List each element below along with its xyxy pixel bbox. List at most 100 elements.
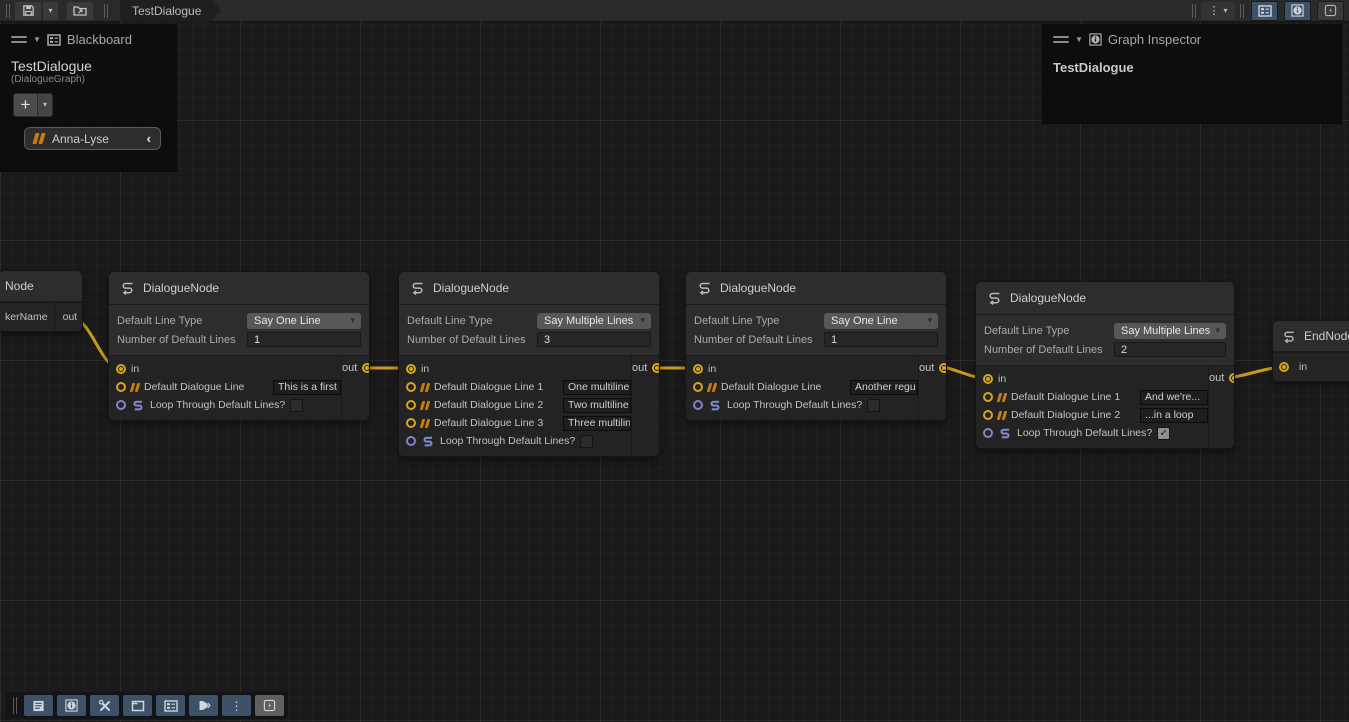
in-port[interactable] <box>693 364 703 374</box>
console-button[interactable] <box>23 694 54 717</box>
dialogue-line-port[interactable] <box>693 382 703 392</box>
tab-testdialogue[interactable]: TestDialogue <box>120 0 221 22</box>
info-icon <box>65 699 78 712</box>
node-dialogue-3[interactable]: DialogueNode Default Line Type Say One L… <box>685 271 947 421</box>
dialogue-line-input[interactable]: ...in a loop <box>1140 408 1208 423</box>
node-title-bar[interactable]: DialogueNode <box>109 272 369 305</box>
save-options-button[interactable]: ▾ <box>43 2 58 20</box>
line-type-dropdown[interactable]: Say Multiple Lines ▾ <box>1114 323 1226 339</box>
line-count-label: Number of Default Lines <box>694 334 824 346</box>
dialogue-line-input[interactable]: Two multiline <box>563 398 631 413</box>
add-property-button[interactable]: + <box>13 93 38 117</box>
loop-port[interactable] <box>406 436 416 446</box>
transition-button[interactable] <box>188 694 219 717</box>
node-dialogue-4[interactable]: DialogueNode Default Line Type Say Multi… <box>975 281 1235 449</box>
loop-checkbox[interactable] <box>290 399 303 412</box>
drag-handle-icon[interactable] <box>1053 36 1069 43</box>
add-property-options-button[interactable]: ▾ <box>38 93 53 117</box>
line-count-input[interactable]: 1 <box>824 332 938 347</box>
line-type-dropdown[interactable]: Say One Line ▾ <box>247 313 361 329</box>
node-end[interactable]: EndNode in <box>1272 320 1349 382</box>
output-ports: out <box>341 356 370 420</box>
dialogue-line-port[interactable] <box>406 382 416 392</box>
dialogue-line-input[interactable]: This is a first <box>273 380 341 395</box>
in-port[interactable] <box>983 374 993 384</box>
node-dialogue-2[interactable]: DialogueNode Default Line Type Say Multi… <box>398 271 660 457</box>
minimap-button[interactable] <box>254 694 285 717</box>
node-title-bar[interactable]: EndNode <box>1273 321 1349 352</box>
open-graph-button[interactable] <box>67 2 93 20</box>
out-port[interactable] <box>652 363 660 373</box>
more-options-button[interactable]: ⋮ <box>221 694 252 717</box>
dialogue-line-input[interactable]: And we're... <box>1140 390 1208 405</box>
dialogue-line-port[interactable] <box>406 400 416 410</box>
blackboard-toggle-button[interactable] <box>1251 1 1278 21</box>
chevron-left-icon[interactable]: ‹ <box>147 131 151 146</box>
out-port[interactable] <box>939 363 947 373</box>
dialogue-line-input[interactable]: Another regu <box>850 380 918 395</box>
inspector-button[interactable] <box>56 694 87 717</box>
in-port-row: in <box>406 362 631 376</box>
dialogue-line-port[interactable] <box>983 410 993 420</box>
inspector-toggle-button[interactable] <box>1284 1 1311 21</box>
line-count-input[interactable]: 2 <box>1114 342 1226 357</box>
line-count-input[interactable]: 1 <box>247 332 361 347</box>
line-count-input[interactable]: 3 <box>537 332 651 347</box>
node-title-bar[interactable]: Node <box>0 271 82 302</box>
dialogue-line-value: And we're... <box>1145 391 1200 403</box>
node-title-bar[interactable]: DialogueNode <box>399 272 659 305</box>
dialogue-line-port[interactable] <box>116 382 126 392</box>
caret-down-icon: ▾ <box>927 316 932 325</box>
loop-port[interactable] <box>693 400 703 410</box>
collapse-caret-icon[interactable]: ▼ <box>33 35 41 44</box>
line-count-row: Number of Default Lines 1 <box>694 331 938 348</box>
out-port-row: out <box>1209 372 1235 384</box>
out-label: out <box>342 362 357 374</box>
loop-checkbox[interactable]: ✓ <box>1157 427 1170 440</box>
blackboard-add-row: + ▾ <box>1 85 176 117</box>
in-port[interactable] <box>406 364 416 374</box>
node-title-bar[interactable]: DialogueNode <box>976 282 1234 315</box>
in-port[interactable] <box>1279 362 1289 372</box>
collapse-caret-icon[interactable]: ▼ <box>1075 35 1083 44</box>
in-port-row: in <box>693 362 918 376</box>
line-type-label: Default Line Type <box>694 315 824 327</box>
save-button[interactable] <box>15 2 41 20</box>
toolbar-drag-handle[interactable] <box>6 4 10 18</box>
blackboard-icon <box>47 34 61 46</box>
blackboard-button[interactable] <box>155 694 186 717</box>
out-port[interactable] <box>362 363 370 373</box>
out-port[interactable] <box>82 312 83 322</box>
dialogue-line-port[interactable] <box>983 392 993 402</box>
line-count-value: 1 <box>831 334 837 346</box>
out-port[interactable] <box>1229 373 1235 383</box>
output-ports: out <box>631 356 660 456</box>
node-start[interactable]: Node kerName out <box>0 270 83 332</box>
node-body: in Default Dialogue Line Another regu Lo… <box>686 356 946 420</box>
dialogue-line-label: Default Dialogue Line 3 <box>434 417 558 429</box>
lightning-icon <box>1324 4 1337 17</box>
line-type-dropdown[interactable]: Say One Line ▾ <box>824 313 938 329</box>
tools-button[interactable] <box>89 694 120 717</box>
minimap-toggle-button[interactable] <box>1317 1 1344 21</box>
transition-icon <box>197 699 211 712</box>
more-options-button[interactable]: ⋮ ▾ <box>1201 2 1235 20</box>
dialogue-line-port[interactable] <box>406 418 416 428</box>
node-dialogue-1[interactable]: DialogueNode Default Line Type Say One L… <box>108 271 370 421</box>
blackboard-field-anna-lyse[interactable]: Anna-Lyse ‹ <box>24 127 161 150</box>
line-type-dropdown[interactable]: Say Multiple Lines ▾ <box>537 313 651 329</box>
node-title-bar[interactable]: DialogueNode <box>686 272 946 305</box>
graph-inspector-header[interactable]: ▼ Graph Inspector <box>1043 25 1341 52</box>
loop-checkbox[interactable] <box>580 435 593 448</box>
loop-port[interactable] <box>116 400 126 410</box>
in-port[interactable] <box>116 364 126 374</box>
dialogue-line-row: Default Dialogue Line 2 ...in a loop <box>983 408 1208 422</box>
dialogue-line-input[interactable]: Three multilin <box>563 416 631 431</box>
toolbar-drag-handle[interactable] <box>13 697 17 714</box>
drag-handle-icon[interactable] <box>11 36 27 43</box>
blackboard-header[interactable]: ▼ Blackboard <box>1 25 176 52</box>
loop-port[interactable] <box>983 428 993 438</box>
dialogue-line-input[interactable]: One multiline <box>563 380 631 395</box>
loop-checkbox[interactable] <box>867 399 880 412</box>
window-button[interactable] <box>122 694 153 717</box>
